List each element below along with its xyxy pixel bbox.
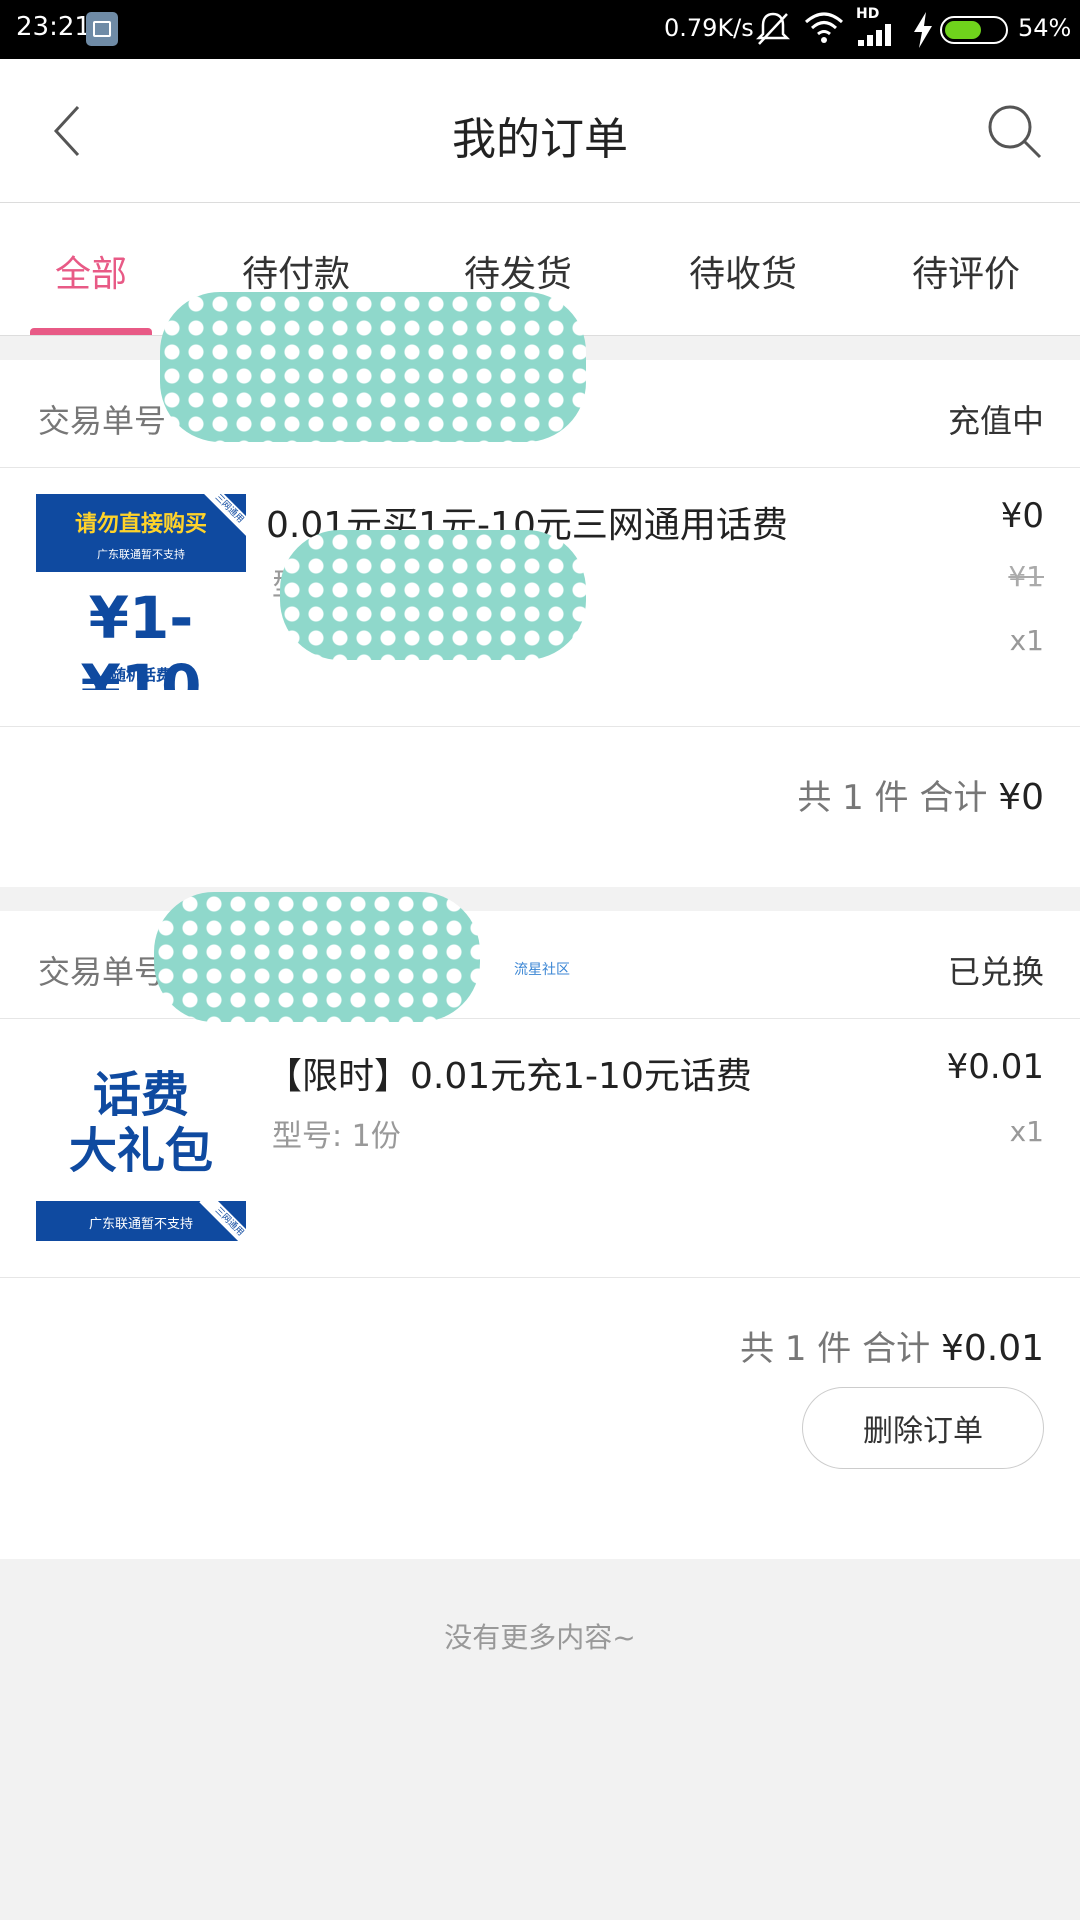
mute-icon xyxy=(756,12,790,45)
product-quantity: x1 xyxy=(1009,1115,1044,1148)
product-name: 【限时】0.01元充1-10元话费 xyxy=(266,1056,752,1097)
status-bar: 23:21 0.79K/s HD 54% xyxy=(0,0,1080,59)
redaction-overlay xyxy=(280,530,586,660)
order-number-label: 交易单号 xyxy=(38,402,167,440)
tab-pending-review[interactable]: 待评价 xyxy=(866,245,1066,297)
search-icon[interactable] xyxy=(984,101,1044,161)
no-more-content: 没有更多内容~ xyxy=(444,1621,636,1654)
page-title: 我的订单 xyxy=(452,114,628,165)
signal-icon xyxy=(858,24,891,46)
tab-pending-payment[interactable]: 待付款 xyxy=(196,245,396,297)
battery-level: 54% xyxy=(1018,14,1072,42)
charging-icon xyxy=(914,12,932,48)
redaction-overlay xyxy=(160,292,586,442)
wifi-icon xyxy=(805,12,843,43)
order-summary: 共 1 件 合计 ¥0 xyxy=(797,770,1044,819)
redaction-overlay xyxy=(154,892,480,1022)
source-tag: 流星社区 xyxy=(514,962,570,978)
product-price: ¥0.01 xyxy=(946,1047,1044,1087)
header: 我的订单 xyxy=(0,59,1080,203)
product-price: ¥0 xyxy=(1000,496,1044,536)
active-tab-indicator xyxy=(30,328,152,335)
order-number-label: 交易单号 xyxy=(38,953,167,991)
gallery-icon xyxy=(86,12,118,46)
tab-pending-receipt[interactable]: 待收货 xyxy=(643,245,843,297)
delete-order-button[interactable]: 删除订单 xyxy=(802,1387,1044,1469)
summary-count: 共 1 件 合计 xyxy=(740,1329,931,1369)
network-type: HD xyxy=(856,6,880,22)
network-speed: 0.79K/s xyxy=(664,14,754,42)
product-row[interactable]: 话费 大礼包 广东联通暂不支持 三网通用 【限时】0.01元充1-10元话费 型… xyxy=(0,1019,1080,1278)
summary-total: ¥0 xyxy=(998,777,1044,818)
battery-icon xyxy=(940,16,1008,44)
tab-all[interactable]: 全部 xyxy=(0,245,191,297)
summary-total: ¥0.01 xyxy=(940,1328,1044,1369)
original-price: ¥1 xyxy=(1008,560,1044,593)
product-thumbnail: 请勿直接购买 广东联通暂不支持 三网通用 ¥1-¥10 随机话费 xyxy=(36,494,246,690)
product-spec: 型号: 1份 xyxy=(272,1119,401,1154)
summary-count: 共 1 件 合计 xyxy=(797,778,988,818)
order-status: 已兑换 xyxy=(947,953,1044,991)
product-quantity: x1 xyxy=(1009,624,1044,657)
tab-pending-shipment[interactable]: 待发货 xyxy=(418,245,618,297)
order-summary: 共 1 件 合计 ¥0.01 xyxy=(740,1321,1044,1370)
status-time: 23:21 xyxy=(16,12,91,42)
order-status: 充值中 xyxy=(947,402,1044,440)
product-thumbnail: 话费 大礼包 广东联通暂不支持 三网通用 xyxy=(36,1045,246,1241)
order-card[interactable]: 交易单号 流星社区 已兑换 话费 大礼包 广东联通暂不支持 三网通用 【限时】0… xyxy=(0,911,1080,1559)
